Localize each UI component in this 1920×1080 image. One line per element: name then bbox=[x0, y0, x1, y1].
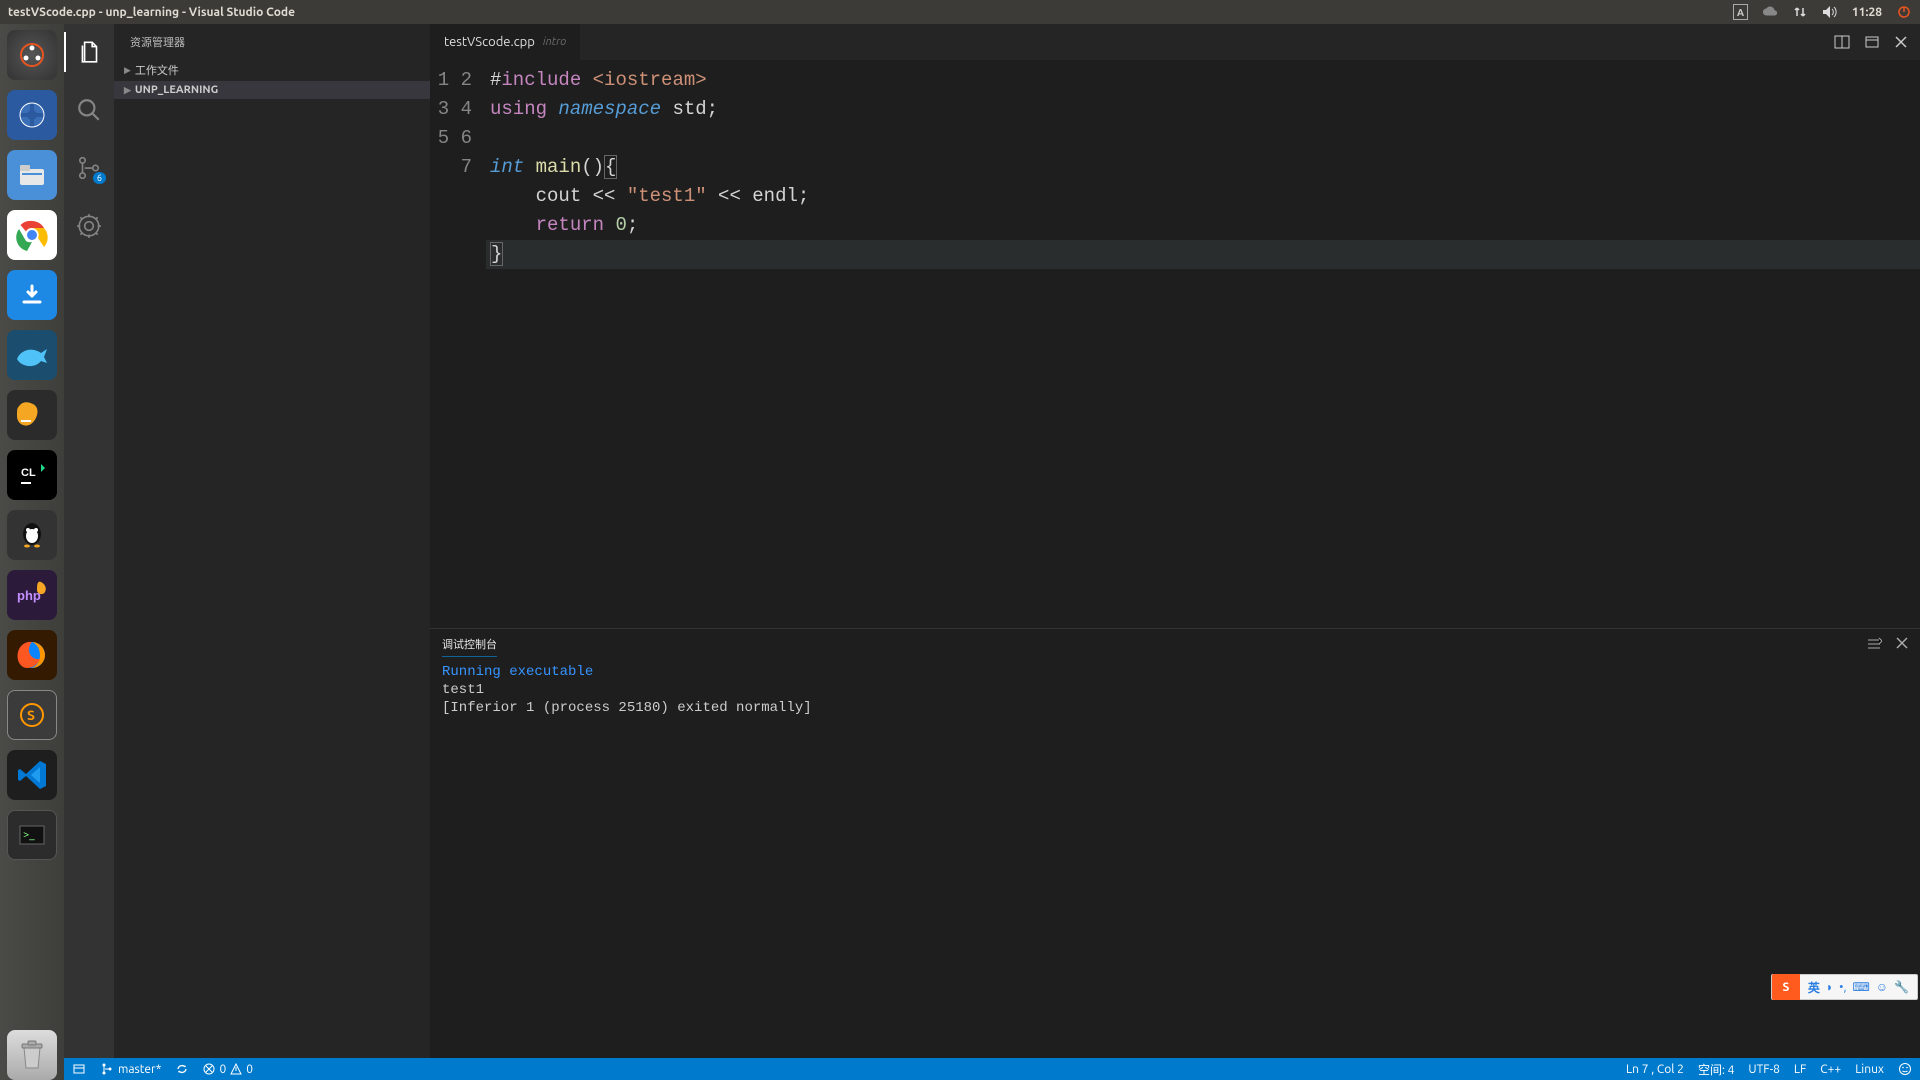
code-editor[interactable]: 1 2 3 4 5 6 7 #include <iostream> using … bbox=[430, 60, 1920, 628]
panel-tab-debug-console[interactable]: 调试控制台 bbox=[442, 632, 497, 657]
cloud-icon[interactable] bbox=[1762, 4, 1778, 20]
ime-settings-icon[interactable]: 🔧 bbox=[1894, 980, 1909, 994]
status-cursor-position[interactable]: Ln 7 , Col 2 bbox=[1626, 1063, 1684, 1076]
network-icon[interactable] bbox=[1792, 4, 1808, 20]
launcher-vscode[interactable] bbox=[7, 750, 57, 800]
status-sync[interactable] bbox=[175, 1062, 189, 1076]
volume-icon[interactable] bbox=[1822, 4, 1838, 20]
svg-text:S: S bbox=[27, 707, 35, 723]
launcher-trash[interactable] bbox=[7, 1030, 57, 1080]
folder-section[interactable]: ▶ UNP_LEARNING bbox=[114, 81, 430, 99]
ubuntu-title-bar: testVScode.cpp - unp_learning - Visual S… bbox=[0, 0, 1920, 24]
ime-keyboard-icon[interactable]: ⌨ bbox=[1852, 980, 1869, 994]
launcher-dash[interactable] bbox=[7, 30, 57, 80]
activity-source-control[interactable]: 6 bbox=[64, 148, 114, 188]
launcher-firefox[interactable] bbox=[7, 630, 57, 680]
status-os[interactable]: Linux bbox=[1855, 1063, 1884, 1076]
ime-person-icon[interactable]: ☺ bbox=[1876, 980, 1888, 994]
panel-clear-icon[interactable] bbox=[1866, 637, 1882, 651]
status-git-branch[interactable]: master* bbox=[100, 1062, 161, 1076]
close-editor-icon[interactable] bbox=[1894, 35, 1908, 49]
console-line: test1 bbox=[442, 682, 484, 698]
launcher-phpstorm[interactable]: php bbox=[7, 570, 57, 620]
bottom-panel: 调试控制台 Running executable test1 [Inferior… bbox=[430, 628, 1920, 1058]
launcher-clion[interactable]: CL bbox=[7, 450, 57, 500]
open-editors-label: 工作文件 bbox=[135, 62, 179, 78]
svg-text:CL: CL bbox=[21, 467, 36, 479]
svg-text:>_: >_ bbox=[23, 829, 35, 841]
window-title: testVScode.cpp - unp_learning - Visual S… bbox=[8, 6, 295, 19]
debug-console-output[interactable]: Running executable test1 [Inferior 1 (pr… bbox=[430, 659, 1920, 1058]
status-problems[interactable]: 0 0 bbox=[203, 1063, 253, 1076]
split-editor-icon[interactable] bbox=[1834, 34, 1850, 50]
tab-testvscode[interactable]: testVScode.cpp intro bbox=[430, 24, 581, 60]
input-method-indicator[interactable]: A bbox=[1733, 4, 1748, 20]
launcher-sublime[interactable]: S bbox=[7, 690, 57, 740]
status-encoding[interactable]: UTF-8 bbox=[1748, 1063, 1779, 1076]
power-icon[interactable] bbox=[1896, 4, 1912, 20]
code-content[interactable]: #include <iostream> using namespace std;… bbox=[490, 60, 1920, 628]
ime-toolbar[interactable]: S 英 ◗ •, ⌨ ☺ 🔧 bbox=[1771, 974, 1918, 1000]
activity-bar: 6 bbox=[64, 24, 114, 1058]
launcher-files[interactable] bbox=[7, 150, 57, 200]
launcher-help[interactable] bbox=[7, 90, 57, 140]
launcher-download[interactable] bbox=[7, 270, 57, 320]
activity-explorer[interactable] bbox=[64, 32, 114, 72]
status-language[interactable]: C++ bbox=[1820, 1063, 1841, 1076]
activity-debug[interactable] bbox=[64, 206, 114, 246]
tab-filename: testVScode.cpp bbox=[444, 35, 535, 49]
clock[interactable]: 11:28 bbox=[1852, 6, 1882, 19]
tab-directory: intro bbox=[543, 36, 566, 48]
panel-close-icon[interactable] bbox=[1896, 637, 1908, 651]
ubuntu-launcher: CL php S >_ bbox=[0, 24, 64, 1080]
line-gutter: 1 2 3 4 5 6 7 bbox=[430, 60, 490, 628]
chevron-right-icon: ▶ bbox=[124, 85, 131, 96]
console-line: Running executable bbox=[442, 664, 593, 680]
open-editors-section[interactable]: ▶ 工作文件 bbox=[114, 59, 430, 81]
status-remote[interactable] bbox=[72, 1062, 86, 1076]
ime-moon-icon[interactable]: ◗ bbox=[1826, 980, 1833, 994]
launcher-terminal[interactable]: >_ bbox=[7, 810, 57, 860]
ime-lang[interactable]: 英 bbox=[1808, 979, 1820, 996]
launcher-chrome[interactable] bbox=[7, 210, 57, 260]
launcher-dolphin[interactable] bbox=[7, 330, 57, 380]
explorer-sidebar: 资源管理器 ▶ 工作文件 ▶ UNP_LEARNING bbox=[114, 24, 430, 1058]
scm-badge: 6 bbox=[93, 172, 106, 184]
explorer-title: 资源管理器 bbox=[114, 24, 430, 59]
activity-search[interactable] bbox=[64, 90, 114, 130]
ime-logo-icon[interactable]: S bbox=[1772, 974, 1800, 1000]
launcher-qq[interactable] bbox=[7, 510, 57, 560]
editor-tabs: testVScode.cpp intro bbox=[430, 24, 1920, 60]
folder-label: UNP_LEARNING bbox=[135, 84, 218, 96]
launcher-pycharm[interactable] bbox=[7, 390, 57, 440]
more-actions-icon[interactable] bbox=[1864, 34, 1880, 50]
status-feedback-icon[interactable] bbox=[1898, 1062, 1912, 1076]
status-indent[interactable]: 空间: 4 bbox=[1698, 1061, 1734, 1078]
status-eol[interactable]: LF bbox=[1794, 1063, 1806, 1076]
status-bar: master* 0 0 Ln 7 , Col 2 空间: 4 UTF-8 LF … bbox=[64, 1058, 1920, 1080]
console-line: [Inferior 1 (process 25180) exited norma… bbox=[442, 700, 812, 716]
ime-punct-icon[interactable]: •, bbox=[1839, 981, 1846, 994]
chevron-right-icon: ▶ bbox=[124, 65, 131, 76]
